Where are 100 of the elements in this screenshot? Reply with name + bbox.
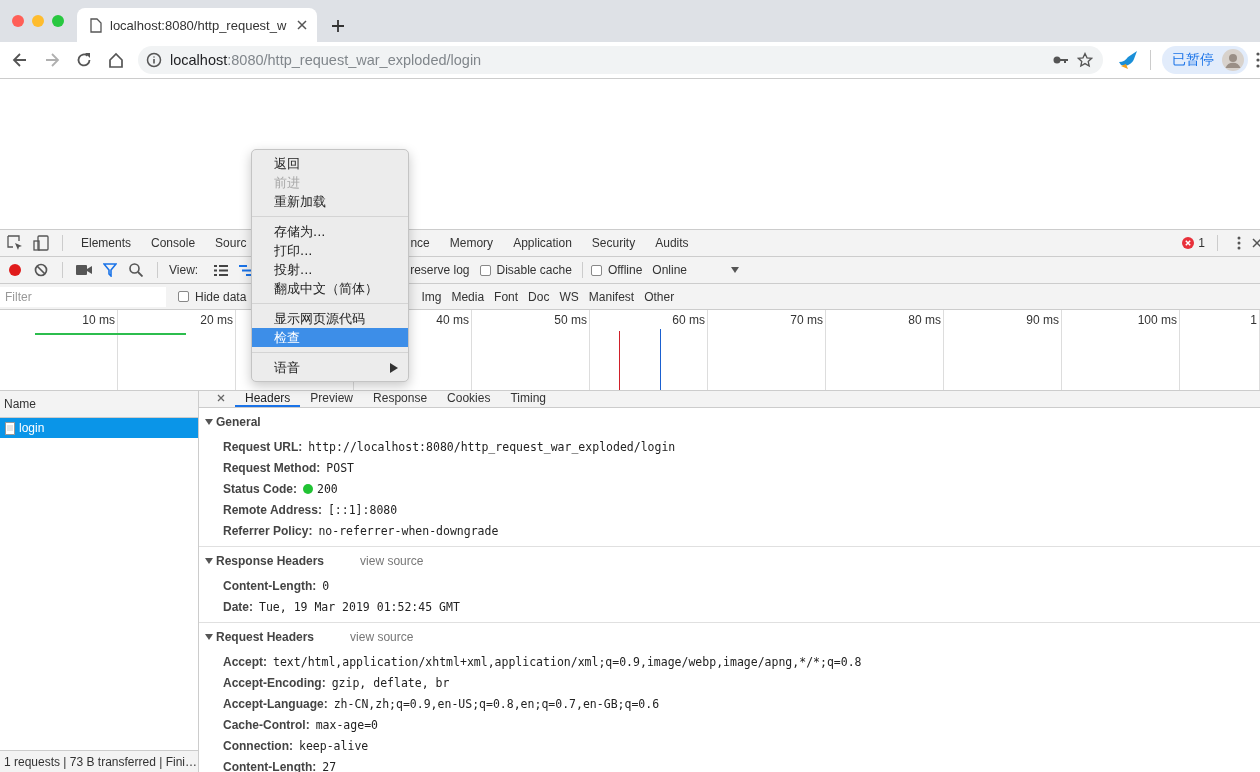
header-name: Referrer Policy: bbox=[223, 523, 313, 538]
type-filter[interactable]: Img bbox=[416, 286, 447, 307]
new-tab-icon[interactable] bbox=[331, 19, 345, 33]
address-bar[interactable]: localhost:8080/http_request_war_exploded/login bbox=[138, 46, 1103, 74]
section-title: Response Headers bbox=[216, 554, 325, 568]
profile-button[interactable]: 已暂停 bbox=[1162, 46, 1248, 74]
menu-item[interactable]: 显示网页源代码 bbox=[252, 309, 408, 328]
url-text: localhost:8080/http_request_war_exploded/login bbox=[170, 52, 483, 68]
record-icon[interactable] bbox=[8, 263, 22, 277]
marker-line bbox=[619, 331, 620, 390]
close-icon[interactable] bbox=[297, 20, 307, 30]
checkbox[interactable] bbox=[479, 264, 491, 276]
time-tick-label: 100 ms bbox=[1137, 313, 1177, 327]
error-icon bbox=[1182, 237, 1195, 249]
header-name: Accept-Encoding: bbox=[223, 675, 326, 690]
header-value: zh-CN,zh;q=0.9,en-US;q=0.8,en;q=0.7,en-GB;q=0.6 bbox=[333, 696, 660, 711]
panel-tab[interactable]: Console bbox=[151, 230, 196, 256]
reload-icon[interactable] bbox=[75, 51, 93, 69]
menu-item[interactable]: 返回 bbox=[252, 154, 408, 173]
detail-tab[interactable]: Preview bbox=[300, 391, 364, 407]
type-filter[interactable]: WS bbox=[554, 286, 584, 307]
checkbox[interactable] bbox=[178, 291, 189, 302]
search-icon[interactable] bbox=[129, 263, 143, 277]
back-icon[interactable] bbox=[11, 51, 29, 69]
close-icon[interactable] bbox=[217, 394, 225, 402]
header-value: Tue, 19 Mar 2019 01:52:45 GMT bbox=[259, 599, 460, 614]
panel-tab[interactable]: Memory bbox=[449, 230, 494, 256]
header-value: text/html,application/xhtml+xml,application/xml;q=0.9,image/webp,image/apng,*/*;q=0.8 bbox=[273, 654, 862, 669]
info-icon bbox=[146, 52, 162, 68]
view-source-link[interactable]: view source bbox=[360, 554, 424, 568]
header-name: Date: bbox=[223, 599, 253, 614]
header-name: Request Method: bbox=[223, 460, 321, 475]
panel-tab[interactable]: Elements bbox=[81, 230, 132, 256]
time-tick-label: 80 ms bbox=[908, 313, 941, 327]
type-filter[interactable]: Font bbox=[489, 286, 524, 307]
column-header: Name bbox=[0, 391, 198, 418]
key-icon[interactable] bbox=[1053, 55, 1069, 65]
panel-tab[interactable]: Sourc bbox=[215, 230, 247, 256]
home-icon[interactable] bbox=[107, 51, 125, 69]
header-value: max-age=0 bbox=[315, 717, 378, 732]
type-filter[interactable]: Media bbox=[446, 286, 490, 307]
header-value: keep-alive bbox=[299, 738, 369, 753]
more-icon[interactable] bbox=[1237, 236, 1241, 250]
menu-icon[interactable] bbox=[1256, 52, 1260, 68]
menu-item[interactable]: 打印... bbox=[252, 241, 408, 260]
header-name: Cache-Control: bbox=[223, 717, 310, 732]
panel-tab[interactable]: Audits bbox=[655, 230, 689, 256]
header-value: 27 bbox=[322, 759, 337, 772]
view-source-link[interactable]: view source bbox=[350, 630, 414, 644]
menu-item[interactable]: 语音 bbox=[252, 358, 408, 377]
device-icon[interactable] bbox=[33, 235, 49, 251]
type-filter[interactable]: Doc bbox=[523, 286, 555, 307]
checkbox-label: Offline bbox=[607, 263, 643, 277]
time-tick-label: 70 ms bbox=[790, 313, 823, 327]
filter-icon[interactable] bbox=[103, 263, 117, 277]
panel-tab[interactable]: Application bbox=[513, 230, 572, 256]
panel-tab[interactable]: nce bbox=[410, 230, 430, 256]
time-tick-label: 20 ms bbox=[200, 313, 233, 327]
expanded-triangle-icon[interactable] bbox=[205, 557, 213, 565]
section-title: General bbox=[216, 415, 261, 429]
header-value: 0 bbox=[322, 578, 330, 593]
detail-tab[interactable]: Timing bbox=[500, 391, 556, 407]
type-filter[interactable]: Other bbox=[639, 286, 680, 307]
detail-tab[interactable]: Response bbox=[363, 391, 438, 407]
header-name: Connection: bbox=[223, 738, 293, 753]
menu-item[interactable]: 重新加载 bbox=[252, 192, 408, 211]
expanded-triangle-icon[interactable] bbox=[205, 633, 213, 641]
menu-item[interactable]: 存储为... bbox=[252, 222, 408, 241]
list-view-icon[interactable] bbox=[214, 264, 229, 276]
detail-tab[interactable]: Headers bbox=[235, 391, 301, 407]
star-icon[interactable] bbox=[1077, 52, 1093, 68]
checkbox-label: Disable cache bbox=[496, 263, 572, 277]
clear-icon[interactable] bbox=[34, 263, 48, 277]
checkbox-label: Hide data bbox=[195, 289, 247, 304]
error-count: 1 bbox=[1198, 236, 1205, 250]
bird-icon[interactable] bbox=[1117, 50, 1139, 70]
header-name: Accept-Language: bbox=[223, 696, 328, 711]
header-value: [::1]:8080 bbox=[327, 502, 398, 517]
document-icon bbox=[5, 421, 15, 435]
menu-item[interactable]: 投射... bbox=[252, 260, 408, 279]
submenu-arrow-icon bbox=[390, 362, 398, 373]
type-filter[interactable]: Manifest bbox=[583, 286, 640, 307]
camera-icon[interactable] bbox=[76, 264, 92, 276]
tab-title: localhost:8080/http_request_w bbox=[110, 17, 288, 33]
filter-field[interactable]: Filter bbox=[0, 286, 166, 307]
header-value: no-referrer-when-downgrade bbox=[318, 523, 499, 538]
inspect-icon[interactable] bbox=[7, 235, 23, 251]
close-icon[interactable] bbox=[1252, 238, 1260, 248]
header-value: POST bbox=[326, 460, 355, 475]
error-counter[interactable]: 1 bbox=[1182, 236, 1205, 250]
throttling-dropdown[interactable]: Online bbox=[652, 263, 740, 277]
detail-tab[interactable]: Cookies bbox=[437, 391, 501, 407]
view-label: View: bbox=[169, 263, 199, 277]
dropdown-arrow-icon bbox=[731, 267, 740, 273]
browser-tab[interactable]: localhost:8080/http_request_w bbox=[77, 8, 317, 42]
time-tick-label: 1 bbox=[1250, 313, 1257, 327]
expanded-triangle-icon[interactable] bbox=[205, 418, 213, 426]
menu-item[interactable]: 翻成中文（简体） bbox=[252, 279, 408, 298]
panel-tab[interactable]: Security bbox=[591, 230, 636, 256]
checkbox[interactable] bbox=[590, 264, 602, 276]
